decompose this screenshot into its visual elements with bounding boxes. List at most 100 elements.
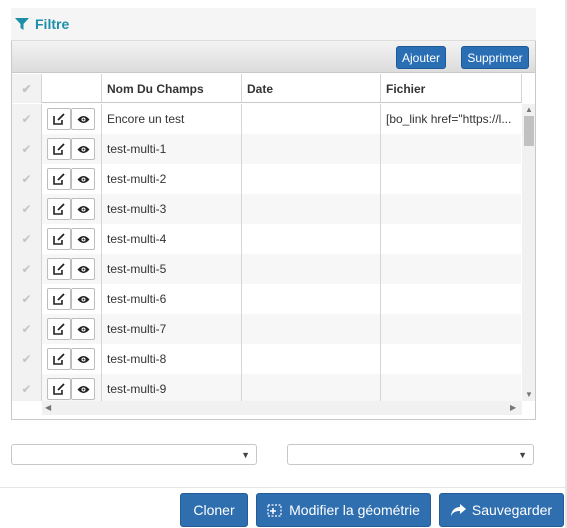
scroll-down-icon[interactable]: ▼: [525, 391, 533, 399]
row-actions: [42, 254, 102, 284]
table-row[interactable]: ✔ test-multi-4: [12, 224, 521, 254]
table-row[interactable]: ✔ test-multi-5: [12, 254, 521, 284]
edit-icon: [53, 203, 65, 215]
table-row[interactable]: ✔ test-multi-7: [12, 314, 521, 344]
delete-button[interactable]: Supprimer: [461, 46, 529, 69]
row-actions: [42, 194, 102, 224]
panel-title: Filtre: [35, 16, 70, 32]
geometry-edit-icon: [267, 504, 282, 517]
view-button[interactable]: [71, 318, 95, 340]
edit-button[interactable]: [47, 318, 71, 340]
row-checkbox[interactable]: ✔: [12, 164, 42, 194]
eye-icon: [77, 115, 89, 123]
view-button[interactable]: [71, 108, 95, 130]
edit-icon: [53, 233, 65, 245]
table-row[interactable]: ✔ test-multi-8: [12, 344, 521, 374]
cell-file: [381, 194, 521, 224]
column-header-name[interactable]: Nom Du Champs: [102, 74, 242, 103]
cell-name: test-multi-6: [102, 284, 242, 314]
table-row[interactable]: ✔ test-multi-1: [12, 134, 521, 164]
row-checkbox[interactable]: ✔: [12, 134, 42, 164]
cell-date: [242, 224, 381, 254]
view-button[interactable]: [71, 348, 95, 370]
scroll-right-icon[interactable]: ▶: [510, 404, 516, 412]
row-actions: [42, 134, 102, 164]
row-checkbox[interactable]: ✔: [12, 314, 42, 344]
eye-icon: [77, 325, 89, 333]
view-button[interactable]: [71, 228, 95, 250]
column-header-file[interactable]: Fichier: [381, 74, 522, 103]
vertical-scrollbar[interactable]: ▲ ▼: [522, 104, 535, 401]
row-checkbox[interactable]: ✔: [12, 194, 42, 224]
edit-button[interactable]: [47, 288, 71, 310]
edit-button[interactable]: [47, 108, 71, 130]
edit-button[interactable]: [47, 198, 71, 220]
select-all-checkbox[interactable]: ✔: [12, 74, 42, 103]
edit-button[interactable]: [47, 168, 71, 190]
cell-name: Encore un test: [102, 104, 242, 134]
view-button[interactable]: [71, 198, 95, 220]
filter-panel-heading[interactable]: Filtre: [11, 8, 536, 41]
row-actions: [42, 284, 102, 314]
cell-name: test-multi-2: [102, 164, 242, 194]
cell-file: [381, 134, 521, 164]
cell-date: [242, 164, 381, 194]
table-row[interactable]: ✔ test-multi-9: [12, 374, 521, 401]
eye-icon: [77, 205, 89, 213]
check-icon: ✔: [21, 352, 32, 366]
chevron-down-icon: ▼: [518, 450, 527, 460]
scroll-left-icon[interactable]: ◀: [45, 404, 51, 412]
table-row[interactable]: ✔ Encore un test [bo_link href="https://…: [12, 104, 521, 134]
right-select[interactable]: ▼: [287, 444, 534, 465]
view-button[interactable]: [71, 168, 95, 190]
save-button[interactable]: Sauvegarder: [439, 493, 564, 527]
row-checkbox[interactable]: ✔: [12, 254, 42, 284]
add-button[interactable]: Ajouter: [396, 46, 446, 69]
view-button[interactable]: [71, 378, 95, 400]
cell-file: [381, 344, 521, 374]
cell-file: [381, 314, 521, 344]
row-checkbox[interactable]: ✔: [12, 224, 42, 254]
cell-date: [242, 134, 381, 164]
table-row[interactable]: ✔ test-multi-3: [12, 194, 521, 224]
table-row[interactable]: ✔ test-multi-6: [12, 284, 521, 314]
row-actions: [42, 314, 102, 344]
cell-name: test-multi-3: [102, 194, 242, 224]
eye-icon: [77, 235, 89, 243]
clone-button[interactable]: Cloner: [180, 493, 248, 527]
row-checkbox[interactable]: ✔: [12, 104, 42, 134]
cell-file: [381, 224, 521, 254]
view-button[interactable]: [71, 258, 95, 280]
row-checkbox[interactable]: ✔: [12, 284, 42, 314]
filter-panel: Filtre Ajouter Supprimer ✔ Nom Du Champs…: [11, 8, 536, 420]
cell-date: [242, 254, 381, 284]
check-icon: ✔: [21, 112, 32, 126]
view-button[interactable]: [71, 288, 95, 310]
row-actions: [42, 344, 102, 374]
eye-icon: [77, 145, 89, 153]
view-button[interactable]: [71, 138, 95, 160]
column-header-date[interactable]: Date: [242, 74, 381, 103]
cell-date: [242, 314, 381, 344]
scroll-up-icon[interactable]: ▲: [525, 106, 533, 114]
edit-button[interactable]: [47, 378, 71, 400]
edit-button[interactable]: [47, 348, 71, 370]
horizontal-scrollbar[interactable]: ◀ ▶: [42, 401, 522, 415]
actions-column-header: [42, 74, 102, 103]
table-row[interactable]: ✔ test-multi-2: [12, 164, 521, 194]
vertical-scroll-thumb[interactable]: [524, 116, 534, 146]
edit-button[interactable]: [47, 228, 71, 250]
eye-icon: [77, 265, 89, 273]
row-checkbox[interactable]: ✔: [12, 344, 42, 374]
left-select[interactable]: ▼: [11, 444, 257, 465]
check-icon: ✔: [21, 142, 32, 156]
edit-icon: [53, 353, 65, 365]
edit-button[interactable]: [47, 138, 71, 160]
grid-body: ✔ Encore un test [bo_link href="https://…: [12, 104, 521, 401]
row-checkbox[interactable]: ✔: [12, 374, 42, 401]
edit-icon: [53, 263, 65, 275]
edit-button[interactable]: [47, 258, 71, 280]
edit-geometry-button[interactable]: Modifier la géométrie: [256, 493, 431, 527]
eye-icon: [77, 175, 89, 183]
check-icon: ✔: [21, 292, 32, 306]
